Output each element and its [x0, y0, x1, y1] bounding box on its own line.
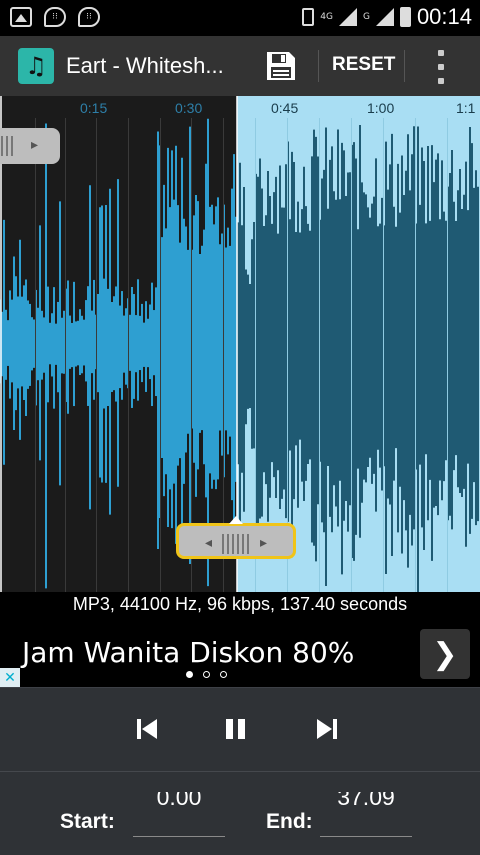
timeline-tick-label: 0:30: [175, 100, 203, 116]
playhead-marker: [229, 516, 243, 524]
music-note-icon[interactable]: ♫: [18, 48, 54, 84]
file-title: Eart - Whitesh...: [66, 53, 224, 78]
status-bar: ⁝⁝ ⁝⁝ 4G G 00:14: [0, 0, 480, 36]
audio-info: MP3, 44100 Hz, 96 kbps, 137.40 seconds: [72, 594, 408, 614]
grid-line: [128, 118, 129, 592]
end-marker-handle[interactable]: ◂ ▸: [176, 516, 296, 559]
chevron-right-icon: ▸: [30, 137, 38, 153]
skip-previous-icon[interactable]: [136, 718, 158, 740]
vibrate-icon: [302, 8, 315, 26]
range-fields: Start: 0.00 End: 37.09: [0, 771, 480, 855]
signal-icon: [338, 8, 357, 26]
ad-page-indicator: [186, 671, 227, 678]
reset-button[interactable]: RESET: [332, 54, 395, 76]
close-icon[interactable]: ✕: [0, 668, 20, 688]
grid-line: [255, 118, 256, 592]
clock: 00:14: [416, 4, 472, 29]
overflow-menu-icon[interactable]: [436, 50, 446, 84]
start-label: Start:: [60, 810, 115, 833]
timeline-tick-label: 1:00: [367, 100, 395, 116]
start-marker-handle[interactable]: ▸: [0, 128, 60, 164]
playback-controls: [0, 687, 480, 772]
grid-line: [319, 118, 320, 592]
skip-next-icon[interactable]: [316, 718, 338, 740]
network-type-2: G: [362, 12, 370, 22]
grid-line: [35, 118, 36, 592]
grid-line: [415, 118, 416, 592]
timeline-tick-label: 0:15: [80, 100, 108, 116]
page-dot: [220, 671, 227, 678]
grip-icon: [222, 534, 250, 554]
timeline-tick-label: 1:1: [456, 100, 476, 116]
app-bar: ♫ Eart - Whitesh... RESET: [0, 36, 480, 96]
start-input[interactable]: 0.00: [133, 792, 225, 837]
page-dot: [186, 671, 193, 678]
bbm-notification-icon-2: ⁝⁝: [78, 7, 100, 27]
grid-line: [191, 118, 192, 592]
network-type: 4G: [320, 12, 333, 22]
chevron-right-icon[interactable]: ❯: [420, 629, 470, 679]
grid-line: [383, 118, 384, 592]
grid-line: [96, 118, 97, 592]
ad-banner[interactable]: Jam Wanita Diskon 80% ❯ ✕: [0, 621, 480, 688]
ad-text[interactable]: Jam Wanita Diskon 80%: [22, 636, 354, 669]
save-icon[interactable]: [265, 50, 297, 82]
timeline-tick-label: 0:45: [271, 100, 299, 116]
grid-line: [160, 118, 161, 592]
end-label: End:: [266, 810, 313, 833]
notification-icons: ⁝⁝ ⁝⁝: [10, 7, 100, 27]
chevron-right-icon: ▸: [259, 535, 267, 551]
grid-line: [351, 118, 352, 592]
waveform-editor[interactable]: 0:15 0:30 0:45 1:00 1:1 ▸ ◂ ▸: [0, 96, 480, 592]
grid-line: [223, 118, 224, 592]
chevron-left-icon: ◂: [205, 535, 213, 551]
battery-icon: [399, 7, 411, 27]
end-input[interactable]: 37.09: [320, 792, 412, 837]
toolbar-divider-2: [404, 50, 405, 82]
toolbar-divider: [318, 50, 319, 82]
grid-line: [65, 118, 66, 592]
pause-icon[interactable]: [224, 718, 248, 740]
image-notification-icon: [10, 7, 32, 27]
page-dot: [203, 671, 210, 678]
signal-icon-2: [375, 8, 394, 26]
grip-icon: [0, 136, 14, 156]
bbm-notification-icon: ⁝⁝: [44, 7, 66, 27]
grid-line: [447, 118, 448, 592]
grid-line: [287, 118, 288, 592]
system-icons: 4G G 00:14: [302, 4, 472, 30]
